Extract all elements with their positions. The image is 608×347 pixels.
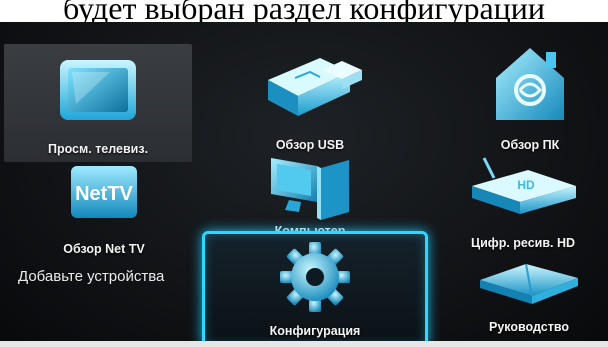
tile-hd-receiver[interactable]: HD Цифр. ресив. HD [450, 154, 596, 256]
home-network-icon [496, 48, 564, 120]
tile-browse-pc[interactable]: Обзор ПК [470, 36, 590, 158]
book-icon [480, 263, 578, 304]
computer-icon [271, 158, 349, 220]
net-tv-logo-text: NetTV [75, 183, 133, 205]
tile-setup[interactable]: Конфигурация [202, 231, 428, 347]
tile-label: Обзор ПК [500, 138, 560, 152]
usb-icon [268, 58, 362, 116]
tile-label: Конфигурация [269, 324, 361, 338]
tile-computer[interactable]: Компьютер [240, 152, 380, 238]
tile-label: Обзор Net TV [63, 242, 145, 256]
hd-badge-text: HD [517, 178, 535, 192]
net-tv-icon: NetTV [71, 166, 137, 218]
tv-icon [60, 60, 136, 120]
tile-label: Обзор USB [275, 138, 345, 152]
tile-browse-net-tv[interactable]: NetTV Обзор Net TV [44, 160, 164, 262]
hd-receiver-icon: HD [472, 157, 576, 214]
add-devices-label[interactable]: Добавьте устройства [18, 268, 164, 285]
tile-label: Цифр. ресив. HD [470, 236, 576, 250]
tv-home-menu: Просм. телевиз. Обзор USB Обзор ПК NetTV… [0, 22, 608, 347]
tile-browse-usb[interactable]: Обзор USB [236, 40, 384, 158]
tile-help-manual[interactable]: Руководство [464, 256, 594, 340]
gear-icon [280, 242, 350, 312]
tile-watch-tv[interactable]: Просм. телевиз. [4, 44, 192, 162]
screen-bottom-bezel [0, 341, 608, 347]
tile-label: Просм. телевиз. [47, 142, 149, 156]
tile-label: Руководство [488, 320, 569, 334]
